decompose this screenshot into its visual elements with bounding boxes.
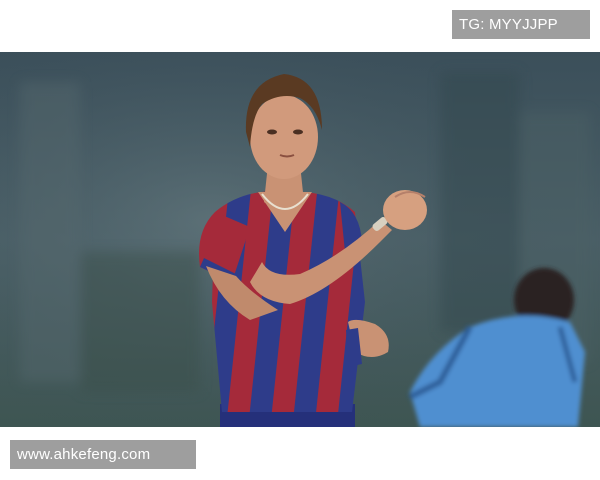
watermark-bottom-left: www.ahkefeng.com — [10, 440, 196, 469]
watermark-top-right: TG: MYYJJPP — [452, 10, 590, 39]
page: TG: MYYJJPP www.ahkefeng.com — [0, 0, 600, 480]
photo-image — [0, 52, 600, 427]
photo — [0, 52, 600, 427]
